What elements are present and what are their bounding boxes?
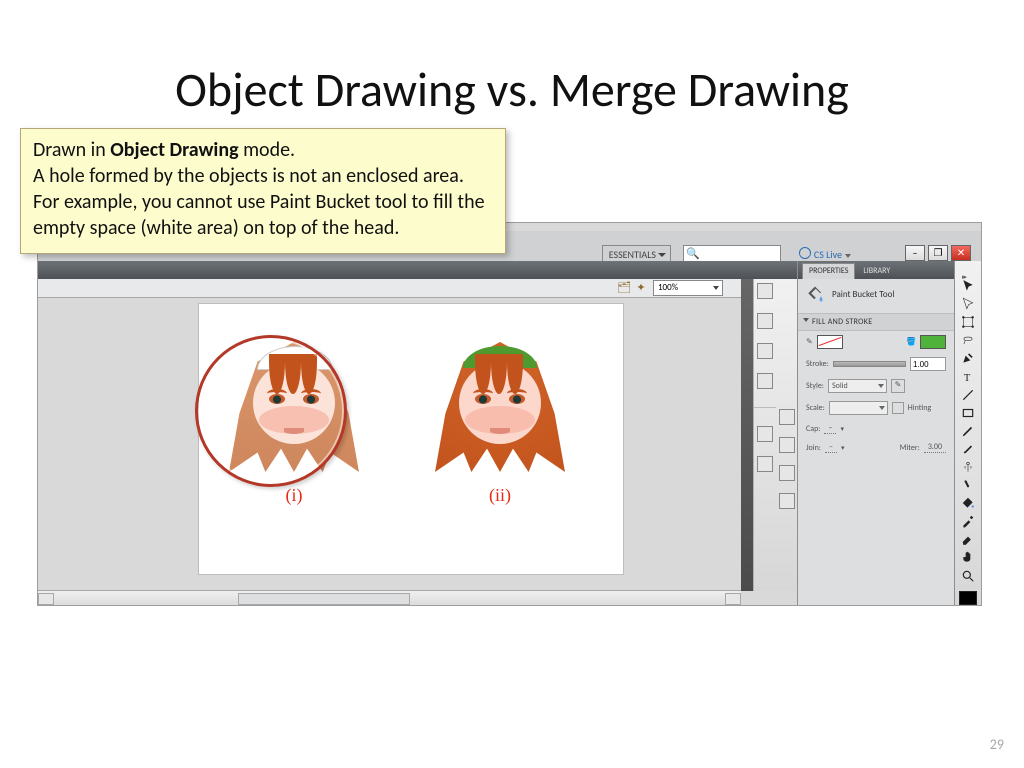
dock-icon[interactable] bbox=[779, 493, 795, 509]
callout-line-3: For example, you cannot use Paint Bucket… bbox=[33, 189, 493, 241]
tab-properties[interactable]: PROPERTIES bbox=[802, 263, 855, 279]
scene-icon[interactable]: 🗂 bbox=[617, 282, 629, 294]
stroke-color-swatch[interactable] bbox=[817, 335, 843, 349]
style-select[interactable]: Solid bbox=[828, 379, 887, 393]
callout-box: Drawn in Object Drawing mode. A hole for… bbox=[20, 128, 506, 254]
miter-value[interactable]: 3.00 bbox=[924, 442, 946, 453]
lasso-tool[interactable] bbox=[959, 333, 977, 347]
free-transform-tool[interactable] bbox=[959, 315, 977, 329]
label-i: (i) bbox=[229, 485, 359, 506]
close-button[interactable]: ✕ bbox=[951, 245, 971, 261]
dock-icon[interactable] bbox=[757, 343, 773, 359]
stroke-color-tool[interactable] bbox=[959, 591, 977, 606]
panel-dock-left bbox=[753, 279, 777, 591]
stroke-slider[interactable] bbox=[833, 361, 906, 367]
label-ii: (ii) bbox=[435, 485, 565, 506]
eraser-tool[interactable] bbox=[959, 532, 977, 546]
symbol-icon[interactable]: ✦ bbox=[635, 282, 647, 294]
tab-library[interactable]: LIBRARY bbox=[857, 264, 896, 279]
subselection-tool[interactable] bbox=[959, 297, 977, 311]
properties-panel: PROPERTIES LIBRARY Paint Bucket Tool FIL… bbox=[797, 261, 955, 605]
stroke-weight-input[interactable] bbox=[910, 357, 946, 371]
line-tool[interactable] bbox=[959, 388, 977, 402]
zoom-dropdown[interactable]: 100% bbox=[653, 280, 723, 296]
scale-select[interactable] bbox=[829, 401, 888, 415]
rectangle-tool[interactable] bbox=[959, 406, 977, 420]
callout-highlight-circle bbox=[195, 335, 347, 487]
dock-icon[interactable] bbox=[757, 283, 773, 299]
hinting-label: Hinting bbox=[908, 403, 931, 413]
join-label: Join: bbox=[806, 443, 821, 453]
deco-tool[interactable] bbox=[959, 460, 977, 474]
bone-tool[interactable] bbox=[959, 478, 977, 492]
slide-page-number: 29 bbox=[990, 736, 1004, 753]
tools-panel: T bbox=[954, 261, 981, 605]
join-select[interactable]: – bbox=[825, 442, 837, 453]
callout-line-2: A hole formed by the objects is not an e… bbox=[33, 163, 493, 189]
zoom-tool[interactable] bbox=[959, 569, 977, 583]
maximize-button[interactable]: ❐ bbox=[928, 245, 948, 261]
dock-icon[interactable] bbox=[757, 426, 773, 442]
text-tool[interactable]: T bbox=[959, 369, 977, 383]
hinting-checkbox[interactable] bbox=[892, 402, 904, 414]
dock-icon[interactable] bbox=[779, 409, 795, 425]
callout-line-1: Drawn in Object Drawing mode. bbox=[33, 137, 493, 163]
hand-tool[interactable] bbox=[959, 550, 977, 564]
svg-text:T: T bbox=[964, 373, 971, 384]
pencil-stroke-icon: ✎ bbox=[806, 337, 813, 347]
cap-label: Cap: bbox=[806, 424, 820, 434]
eyedropper-tool[interactable] bbox=[959, 514, 977, 528]
horizontal-scrollbar[interactable] bbox=[38, 590, 741, 605]
minimize-button[interactable]: – bbox=[905, 245, 925, 261]
fill-color-swatch[interactable] bbox=[920, 335, 946, 349]
section-fill-and-stroke[interactable]: FILL AND STROKE bbox=[798, 313, 954, 331]
document-toolbar: 🗂 ✦ 100% bbox=[38, 279, 741, 298]
dock-icon[interactable] bbox=[757, 456, 773, 472]
drawing-face-ii: (ii) bbox=[435, 334, 565, 484]
dock-icon[interactable] bbox=[779, 437, 795, 453]
tool-name-label: Paint Bucket Tool bbox=[832, 289, 894, 300]
dock-icon[interactable] bbox=[757, 373, 773, 389]
panel-collapse-icon[interactable] bbox=[962, 265, 974, 273]
scale-label: Scale: bbox=[806, 403, 825, 413]
brush-tool[interactable] bbox=[959, 442, 977, 456]
dock-icon[interactable] bbox=[779, 465, 795, 481]
flash-app-window: ESSENTIALS CS Live – ❐ ✕ 🗂 ✦ 100% bbox=[37, 222, 982, 606]
pencil-tool[interactable] bbox=[959, 424, 977, 438]
stroke-label: Stroke: bbox=[806, 359, 829, 369]
window-buttons: – ❐ ✕ bbox=[905, 245, 971, 261]
pen-tool[interactable] bbox=[959, 351, 977, 365]
slide-title: Object Drawing vs. Merge Drawing bbox=[0, 60, 1024, 119]
paint-bucket-tool[interactable] bbox=[959, 496, 977, 510]
selection-tool[interactable] bbox=[959, 279, 977, 293]
miter-label: Miter: bbox=[900, 443, 920, 453]
paint-bucket-icon bbox=[806, 285, 824, 303]
edit-style-icon[interactable]: ✎ bbox=[891, 379, 905, 393]
style-label: Style: bbox=[806, 381, 824, 391]
cap-select[interactable]: – bbox=[824, 423, 836, 434]
dock-icon[interactable] bbox=[757, 313, 773, 329]
panel-dock-right bbox=[776, 279, 799, 591]
bucket-fill-icon: 🪣 bbox=[906, 337, 916, 347]
